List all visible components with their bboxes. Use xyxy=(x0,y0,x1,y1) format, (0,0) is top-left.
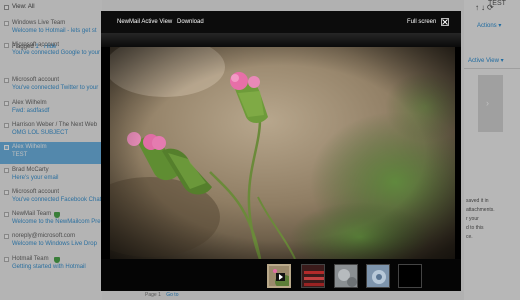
fullscreen-button[interactable]: Full screen xyxy=(407,19,436,25)
active-view-lightbox: NewMail Active View Download Full screen xyxy=(101,11,461,291)
thumbnail-gray-scene[interactable] xyxy=(334,264,358,288)
download-button[interactable]: Download xyxy=(177,19,204,25)
close-icon[interactable] xyxy=(441,18,449,26)
thumbnail-red-scene[interactable] xyxy=(301,264,325,288)
lightbox-title: NewMail Active View xyxy=(117,19,173,25)
lightbox-header: NewMail Active View Download Full screen xyxy=(101,11,461,33)
lightbox-header-gradient xyxy=(101,33,461,47)
main-photo[interactable] xyxy=(110,47,455,259)
thumbnail-empty[interactable] xyxy=(398,264,422,288)
thumbnail-flower[interactable] xyxy=(267,264,291,288)
thumbnail-blue-scene[interactable] xyxy=(366,264,390,288)
play-icon[interactable] xyxy=(276,273,285,281)
thumbnail-strip xyxy=(101,259,461,291)
